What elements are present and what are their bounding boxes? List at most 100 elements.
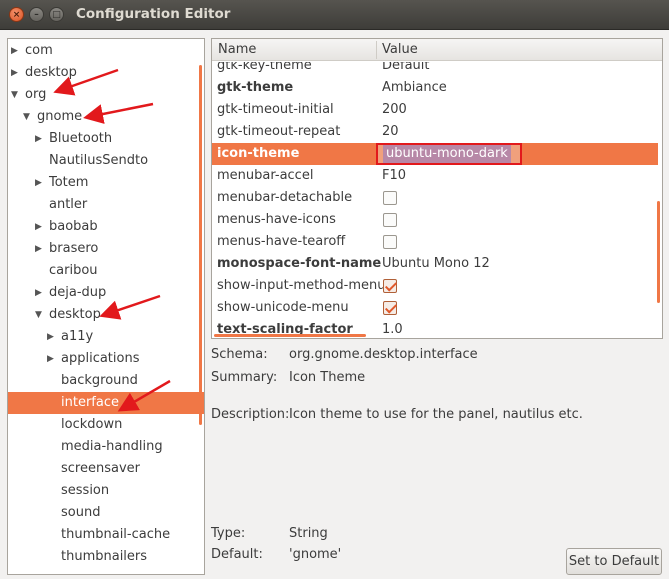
tree-item[interactable]: thumbnailers [8, 546, 204, 568]
tree-item[interactable]: screensaver [8, 458, 204, 480]
tree-item[interactable]: ▶ Bluetooth [8, 128, 204, 150]
tree-item[interactable]: NautilusSendto [8, 150, 204, 172]
tree-item[interactable]: caribou [8, 260, 204, 282]
key-value[interactable]: Default [382, 62, 430, 77]
key-value[interactable]: 200 [382, 99, 407, 121]
tree-item-label: caribou [49, 263, 98, 278]
key-row[interactable]: menus-have-icons [212, 209, 658, 231]
checkbox-unchecked[interactable] [383, 213, 397, 227]
summary-value: Icon Theme [289, 370, 366, 385]
tree-item[interactable]: ▼ gnome [8, 106, 204, 128]
checkbox-checked[interactable] [383, 279, 397, 293]
key-row[interactable]: icon-theme ubuntu-mono-dark [212, 143, 658, 165]
tree-item-label: gnome [37, 109, 83, 124]
tree-item[interactable]: ▶ desktop [8, 62, 204, 84]
key-row[interactable]: show-input-method-menu [212, 275, 658, 297]
window-title: Configuration Editor [76, 6, 231, 22]
default-value: 'gnome' [289, 547, 342, 562]
key-row[interactable]: gtk-timeout-initial 200 [212, 99, 658, 121]
tree-item[interactable]: sound [8, 502, 204, 524]
expander-collapsed-icon[interactable]: ▶ [11, 40, 21, 62]
key-name: menus-have-tearoff [217, 234, 346, 249]
expander-collapsed-icon[interactable]: ▶ [35, 172, 45, 194]
column-header-name[interactable]: Name [218, 39, 256, 61]
key-row[interactable]: show-unicode-menu [212, 297, 658, 319]
maximize-button[interactable]: □ [49, 7, 64, 22]
tree-item-label: screensaver [61, 461, 140, 476]
window-titlebar[interactable]: × – □ Configuration Editor [0, 0, 669, 30]
key-value[interactable]: F10 [382, 165, 406, 187]
key-row[interactable]: menubar-detachable [212, 187, 658, 209]
key-value[interactable]: 20 [382, 121, 399, 143]
key-row[interactable]: menubar-accel F10 [212, 165, 658, 187]
keys-list-vscrollbar[interactable] [657, 201, 660, 303]
expander-collapsed-icon[interactable]: ▶ [47, 348, 57, 370]
expander-collapsed-icon[interactable]: ▶ [35, 282, 45, 304]
expander-collapsed-icon[interactable]: ▶ [47, 326, 57, 348]
expander-collapsed-icon[interactable]: ▶ [35, 216, 45, 238]
tree-item-label: thumbnail-cache [61, 527, 171, 542]
tree-item[interactable]: ▶ baobab [8, 216, 204, 238]
expander-collapsed-icon[interactable]: ▶ [35, 238, 45, 260]
tree-item[interactable]: antler [8, 194, 204, 216]
expander-expanded-icon[interactable]: ▼ [23, 106, 33, 128]
key-name: monospace-font-name [217, 256, 382, 271]
key-name: gtk-theme [217, 80, 294, 95]
tree-item-label: org [25, 87, 47, 102]
tree-item-label: baobab [49, 219, 98, 234]
checkbox-checked[interactable] [383, 301, 397, 315]
tree-item[interactable]: ▶ deja-dup [8, 282, 204, 304]
keys-list-body: gtk-key-theme Default gtk-theme Ambiance gtk… [212, 62, 662, 338]
tree-item[interactable]: interface [8, 392, 204, 414]
tree-item-label: a11y [61, 329, 94, 344]
key-row[interactable]: gtk-key-theme Default [212, 62, 658, 77]
expander-collapsed-icon[interactable]: ▶ [11, 62, 21, 84]
value-edit-text: ubuntu-mono-dark [383, 145, 511, 163]
tree-item[interactable]: ▶ com [8, 40, 204, 62]
checkbox-unchecked[interactable] [383, 235, 397, 249]
key-value[interactable]: Ubuntu Mono 12 [382, 253, 490, 275]
expander-expanded-icon[interactable]: ▼ [35, 304, 45, 326]
key-row[interactable]: monospace-font-name Ubuntu Mono 12 [212, 253, 658, 275]
tree-item[interactable]: session [8, 480, 204, 502]
key-row[interactable]: menus-have-tearoff [212, 231, 658, 253]
tree-item[interactable]: background [8, 370, 204, 392]
keys-list[interactable]: Name Value gtk-key-theme Default gtk-theme… [211, 38, 663, 339]
key-name: show-input-method-menu [217, 278, 386, 293]
key-name: icon-theme [217, 146, 300, 161]
tree-item[interactable]: ▼ desktop [8, 304, 204, 326]
key-value[interactable]: 1.0 [382, 319, 403, 338]
close-button[interactable]: × [9, 7, 24, 22]
expander-collapsed-icon[interactable]: ▶ [35, 128, 45, 150]
key-name: menubar-detachable [217, 190, 353, 205]
set-to-default-button[interactable]: Set to Default [566, 548, 662, 575]
checkbox-unchecked[interactable] [383, 191, 397, 205]
tree-item[interactable]: ▶ Totem [8, 172, 204, 194]
expander-expanded-icon[interactable]: ▼ [11, 84, 21, 106]
keys-list-hscrollbar[interactable] [214, 334, 366, 337]
tree-item-label: Bluetooth [49, 131, 113, 146]
type-value: String [289, 526, 328, 541]
minimize-button[interactable]: – [29, 7, 44, 22]
type-label: Type: [211, 526, 246, 541]
value-edit-field[interactable]: ubuntu-mono-dark [376, 143, 522, 165]
schema-label: Schema: [211, 347, 268, 362]
key-value[interactable]: Ambiance [382, 77, 447, 99]
tree-item-label: desktop [25, 65, 77, 80]
tree-item-label: session [61, 483, 110, 498]
column-header-value[interactable]: Value [382, 39, 418, 61]
tree-item[interactable]: ▼ org [8, 84, 204, 106]
tree-item-label: desktop [49, 307, 101, 322]
tree-item[interactable]: media-handling [8, 436, 204, 458]
tree-item[interactable]: lockdown [8, 414, 204, 436]
key-row[interactable]: gtk-theme Ambiance [212, 77, 658, 99]
schema-tree[interactable]: ▶ com ▶ desktop ▼ org ▼ gnome ▶ Bluetooth Nautilus… [7, 38, 205, 575]
tree-item[interactable]: ▶ a11y [8, 326, 204, 348]
tree-item[interactable]: thumbnail-cache [8, 524, 204, 546]
tree-item[interactable]: ▶ applications [8, 348, 204, 370]
summary-label: Summary: [211, 370, 278, 385]
tree-item[interactable]: ▶ brasero [8, 238, 204, 260]
tree-item-label: antler [49, 197, 88, 212]
description-value: Icon theme to use for the panel, nautilu… [289, 407, 583, 422]
key-row[interactable]: gtk-timeout-repeat 20 [212, 121, 658, 143]
